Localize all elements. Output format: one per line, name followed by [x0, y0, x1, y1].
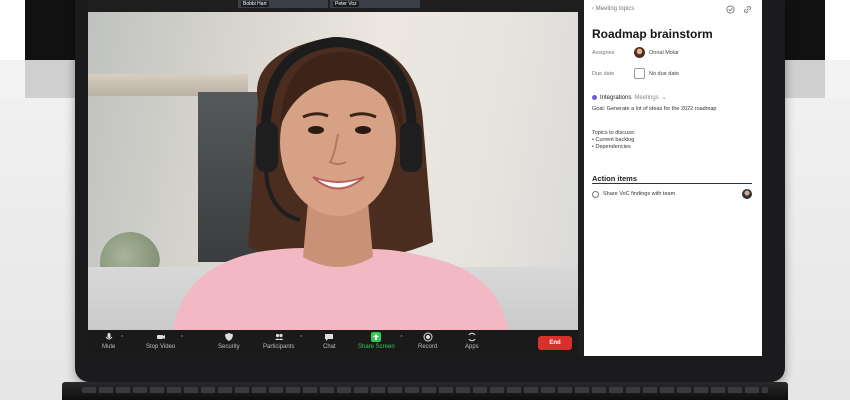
back-to-meeting-topics[interactable]: ‹ Meeting topics [592, 6, 634, 12]
security-label: Security [218, 344, 240, 350]
due-date-label: Due date [592, 71, 615, 77]
assignee-name: Onnal Molar [649, 49, 679, 56]
chat-label: Chat [323, 344, 336, 350]
chat-bubble-icon [325, 334, 334, 341]
mute-button[interactable]: Mute ^ [102, 332, 123, 350]
stop-video-label: Stop Video [146, 344, 176, 350]
task-goal: Goal: Generate a lot of ideas for the 20… [592, 106, 717, 112]
chevron-left-icon: ‹ [592, 6, 594, 12]
share-screen-icon [371, 332, 382, 342]
due-date-field[interactable]: No due date [634, 68, 679, 79]
participants-icon [274, 333, 284, 340]
back-label: Meeting topics [595, 6, 635, 12]
check-circle-icon[interactable] [726, 5, 735, 14]
topic-item: • Dependencies [592, 144, 631, 150]
shield-icon [224, 333, 233, 341]
security-button[interactable]: Security [218, 332, 240, 350]
action-item-row[interactable]: Share VoC findings with team [592, 188, 752, 200]
share-screen-label: Share Screen [358, 344, 395, 350]
record-icon [423, 332, 433, 342]
action-items-heading: Action items [592, 174, 638, 183]
end-meeting-button[interactable]: End [538, 336, 572, 350]
apps-icon [468, 332, 476, 342]
chat-button[interactable]: Chat [323, 332, 336, 350]
panel-toolbar [726, 5, 752, 14]
assignee-field[interactable]: Onnal Molar [634, 47, 679, 58]
video-camera-icon [156, 335, 165, 339]
calendar-icon [634, 68, 645, 79]
apps-label: Apps [465, 344, 479, 350]
meeting-control-bar: Mute ^ Stop Video ^ Security Participant… [88, 330, 578, 356]
participant-name: Peter Voz [333, 1, 359, 7]
due-date-value: No due date [649, 70, 679, 77]
action-items-divider [592, 183, 752, 184]
integrations-dot-icon [592, 95, 597, 100]
participant-thumbnail[interactable]: Bobbi Hart [238, 0, 328, 8]
main-video [88, 12, 578, 330]
integrations-label: Integrations [600, 94, 632, 101]
task-title: Roadmap brainstorm [592, 27, 713, 41]
topic-text: Dependencies [595, 144, 631, 150]
avatar [742, 189, 752, 199]
integrations-sub: Meetings [634, 94, 659, 101]
link-icon[interactable] [743, 5, 752, 14]
meeting-topics-panel: ‹ Meeting topics Roadmap brainstorm Assi… [584, 0, 762, 356]
participant-strip: Bobbi Hart Peter Voz [238, 0, 420, 8]
assignee-label: Assignee [592, 50, 615, 56]
chevron-up-icon[interactable]: ^ [300, 335, 302, 341]
avatar [634, 47, 645, 58]
apps-button[interactable]: Apps [465, 332, 479, 350]
checkbox-circle-icon[interactable] [592, 190, 599, 198]
integrations-row[interactable]: Integrations Meetings ⌄ [592, 94, 667, 101]
participants-button[interactable]: Participants ^ [263, 332, 302, 350]
topic-item: • Current backlog [592, 137, 635, 143]
chevron-down-icon: ⌄ [661, 95, 667, 101]
topic-text: Current backlog [595, 137, 635, 143]
record-label: Record [418, 344, 438, 350]
chevron-up-icon[interactable]: ^ [121, 335, 123, 341]
mute-label: Mute [102, 344, 116, 350]
stop-video-button[interactable]: Stop Video ^ [146, 332, 183, 350]
chevron-up-icon[interactable]: ^ [400, 335, 402, 341]
laptop-base [62, 382, 788, 400]
participant-name: Bobbi Hart [241, 1, 269, 7]
chevron-up-icon[interactable]: ^ [181, 335, 183, 341]
keyboard [82, 387, 768, 393]
action-item-text: Share VoC findings with team [603, 191, 676, 197]
microphone-icon [105, 333, 113, 340]
participants-label: Participants [263, 344, 295, 350]
video-participant [173, 36, 508, 330]
topics-heading: Topics to discuss: [592, 130, 636, 136]
share-screen-button[interactable]: Share Screen ^ [358, 332, 403, 350]
laptop-screen: Bobbi Hart Peter Voz Mute ^ Stop Video ^… [88, 0, 762, 356]
record-button[interactable]: Record [418, 332, 437, 350]
participant-thumbnail[interactable]: Peter Voz [330, 0, 420, 8]
